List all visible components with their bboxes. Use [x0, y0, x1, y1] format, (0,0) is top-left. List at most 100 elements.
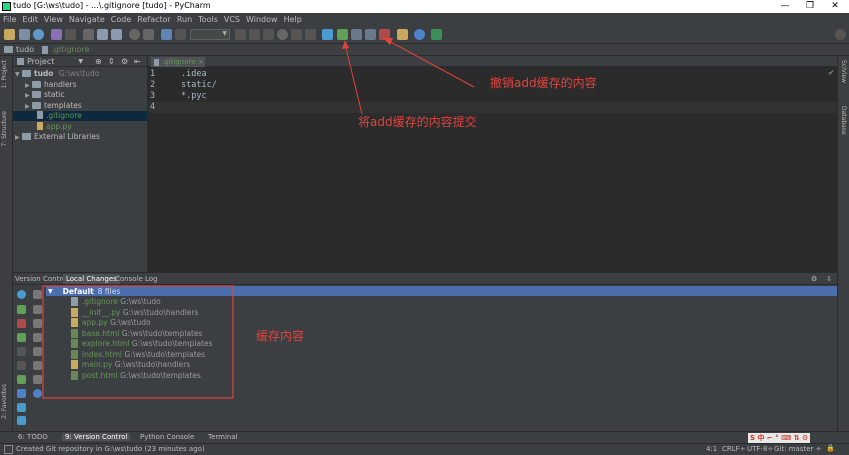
list-item[interactable]: explore.html G:\ws\tudo\templates	[71, 339, 213, 349]
update-icon[interactable]	[17, 389, 26, 398]
list-item[interactable]: base.html G:\ws\tudo\templates	[71, 329, 203, 339]
pin-icon[interactable]	[17, 403, 26, 412]
line-separator[interactable]: CRLF÷	[722, 445, 746, 453]
vcs-update-icon[interactable]	[322, 29, 333, 40]
refresh-icon[interactable]	[17, 290, 26, 299]
menu-view[interactable]: View	[44, 15, 63, 24]
close-tab-icon[interactable]: ✕	[199, 59, 204, 66]
tree-item-static[interactable]: ▶ static	[13, 90, 147, 100]
profile-icon[interactable]	[277, 29, 288, 40]
menu-window[interactable]: Window	[246, 15, 278, 24]
group-by-icon[interactable]	[33, 333, 42, 342]
tab-terminal[interactable]: Terminal	[208, 433, 238, 441]
show-diff-icon[interactable]	[33, 319, 42, 328]
find-icon[interactable]	[129, 29, 140, 40]
vcs-commit-icon[interactable]	[337, 29, 348, 40]
sync-icon[interactable]	[33, 29, 44, 40]
tab-database[interactable]: Database	[840, 106, 847, 135]
run-config-select[interactable]: ▼	[190, 29, 230, 40]
menu-run[interactable]: Run	[177, 15, 192, 24]
tree-item-gitignore[interactable]: .gitignore	[13, 111, 147, 121]
coverage-icon[interactable]	[263, 29, 274, 40]
vcs-compare-icon[interactable]	[351, 29, 362, 40]
code-editor[interactable]: 1 2 3 4 4 .idea static/ *.pyc ✔	[148, 67, 837, 272]
python-console-icon[interactable]	[431, 29, 442, 40]
breadcrumb-file[interactable]: .gitignore	[51, 45, 89, 54]
preview-icon[interactable]	[33, 347, 42, 356]
tab-version-control[interactable]: Version Control	[15, 275, 68, 283]
expand-all-icon[interactable]	[33, 290, 42, 299]
forward-icon[interactable]	[175, 29, 186, 40]
stop-icon[interactable]	[305, 29, 316, 40]
minimize-button[interactable]: —	[772, 0, 798, 13]
hide-panel-icon[interactable]: ⇤	[134, 57, 141, 66]
menu-help[interactable]: Help	[284, 15, 302, 24]
tab-python-console[interactable]: Python Console	[140, 433, 194, 441]
tab-favorites[interactable]: 2: Favorites	[1, 384, 8, 419]
open-folder-icon[interactable]	[4, 29, 15, 40]
delete-changelist-icon[interactable]	[17, 347, 26, 356]
list-item[interactable]: .gitignore G:\ws\tudo	[71, 297, 161, 307]
commit-icon[interactable]	[17, 305, 26, 314]
tree-item-app-py[interactable]: app.py	[13, 122, 147, 132]
replace-icon[interactable]	[143, 29, 154, 40]
cut-icon[interactable]	[83, 29, 94, 40]
tree-item-templates[interactable]: ▶ templates	[13, 101, 147, 111]
hide-panel-icon[interactable]: ⇩	[826, 275, 832, 283]
undo-icon[interactable]	[51, 29, 62, 40]
menu-navigate[interactable]: Navigate	[69, 15, 105, 24]
tree-item-tudo[interactable]: ▼ tudo G:\ws\tudo	[13, 69, 147, 79]
tab-structure[interactable]: 7: Structure	[1, 111, 8, 147]
menu-code[interactable]: Code	[111, 15, 131, 24]
shelve-icon[interactable]	[17, 375, 26, 384]
maximize-button[interactable]: ❐	[797, 0, 823, 13]
menu-file[interactable]: File	[3, 15, 16, 24]
tab-log[interactable]: Log	[145, 275, 158, 283]
run-icon[interactable]	[235, 29, 246, 40]
breadcrumb-project[interactable]: tudo	[16, 45, 34, 54]
settings-icon[interactable]	[397, 29, 408, 40]
tab-console[interactable]: Console	[115, 275, 143, 283]
save-icon[interactable]	[19, 29, 30, 40]
settings-icon[interactable]	[17, 416, 26, 425]
project-view-select[interactable]: Project	[27, 57, 54, 66]
back-icon[interactable]	[161, 29, 172, 40]
menu-vcs[interactable]: VCS	[224, 15, 240, 24]
list-item[interactable]: post.html G:\ws\tudo\templates	[71, 371, 201, 381]
menu-refactor[interactable]: Refactor	[137, 15, 171, 24]
tab-version-control-window[interactable]: 9: Version Control	[62, 433, 131, 441]
vcs-history-icon[interactable]	[365, 29, 376, 40]
search-everywhere-icon[interactable]	[835, 29, 846, 40]
sync-scroll-icon[interactable]: ⊕	[95, 57, 102, 66]
tab-local-changes[interactable]: Local Changes	[63, 274, 120, 284]
git-branch[interactable]: Git: master ÷	[774, 445, 821, 453]
debug-icon[interactable]	[249, 29, 260, 40]
list-item[interactable]: index.html G:\ws\tudo\templates	[71, 350, 205, 360]
tab-sciview[interactable]: SciView	[840, 60, 847, 83]
copy-icon[interactable]	[97, 29, 108, 40]
concurrency-icon[interactable]	[291, 29, 302, 40]
file-encoding[interactable]: UTF-8÷	[747, 445, 773, 453]
menu-edit[interactable]: Edit	[22, 15, 38, 24]
tab-todo[interactable]: 6: TODO	[18, 433, 48, 441]
paste-icon[interactable]	[111, 29, 122, 40]
chevron-down-icon[interactable]: ▼	[78, 58, 83, 65]
menu-tools[interactable]: Tools	[198, 15, 218, 24]
vcs-revert-icon[interactable]	[379, 29, 390, 40]
tab-gitignore[interactable]: .gitignore ✕	[151, 57, 205, 67]
changelist-header[interactable]: ▼ Default 8 files	[46, 286, 837, 296]
collapse-all-icon[interactable]	[33, 305, 42, 314]
list-item[interactable]: main.py G:\ws\tudo\handlers	[71, 360, 190, 370]
list-item[interactable]: __init__.py G:\ws\tudo\handlers	[71, 308, 198, 318]
ime-toolbar[interactable]: S 中 ⌐ ° ⌨ ⇅ ⚙	[748, 433, 811, 443]
redo-icon[interactable]	[65, 29, 76, 40]
list-item[interactable]: app.py G:\ws\tudo	[71, 318, 151, 328]
lock-icon[interactable]: 🔒	[826, 444, 835, 452]
collapse-all-icon[interactable]: ⇕	[108, 57, 115, 66]
gear-icon[interactable]: ⚙	[121, 57, 128, 66]
gear-icon[interactable]: ⚙	[811, 275, 817, 283]
ignored-files-icon[interactable]	[33, 361, 42, 370]
rollback-icon[interactable]	[17, 319, 26, 328]
move-to-changelist-icon[interactable]	[17, 361, 26, 370]
tree-item-external-libraries[interactable]: ▶ External Libraries	[13, 132, 147, 142]
